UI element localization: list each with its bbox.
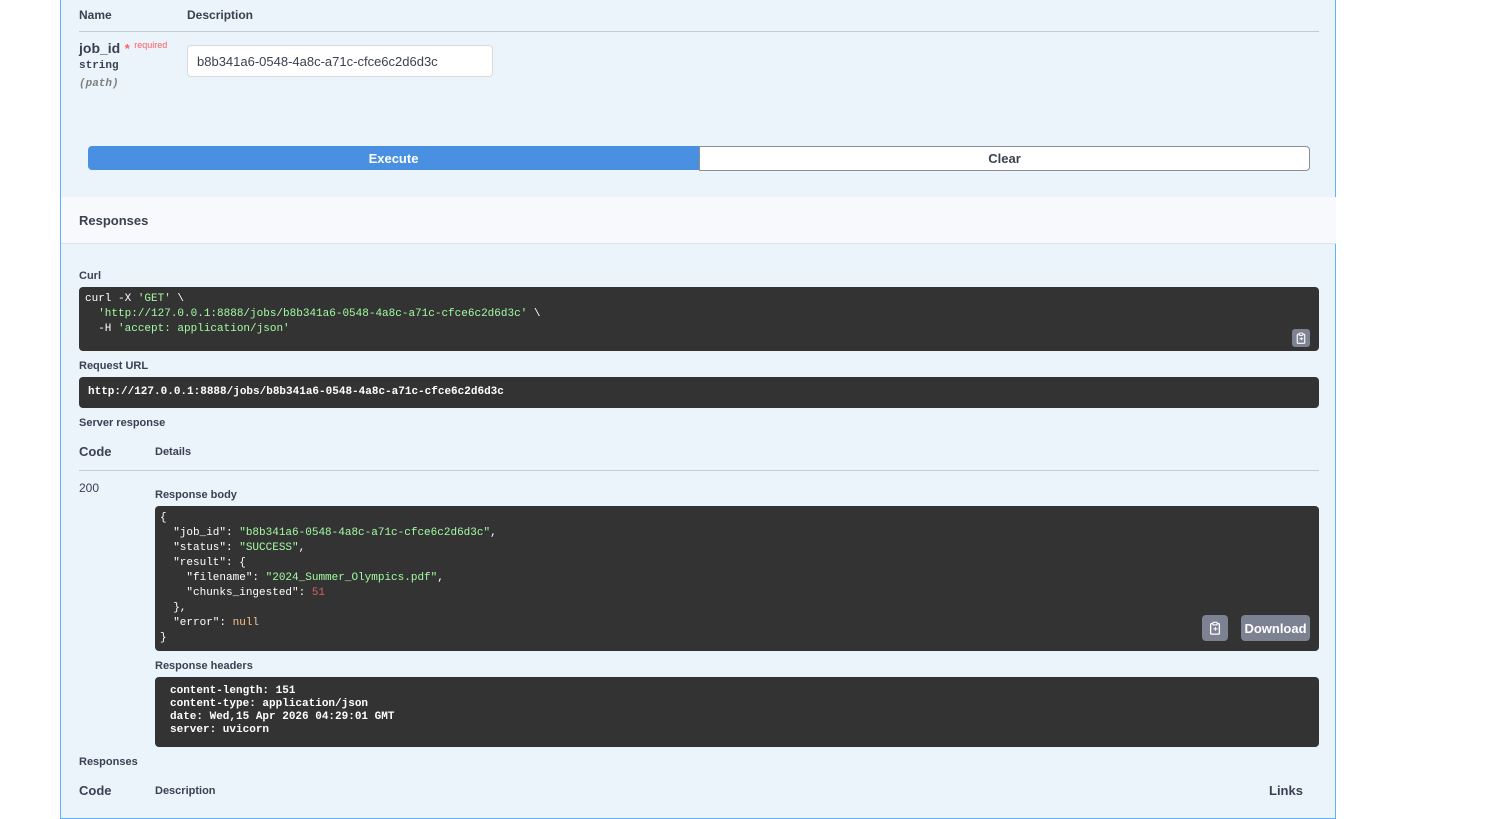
response-headers-label: Response headers — [155, 660, 253, 672]
param-name-cell: job_id * required — [79, 40, 167, 58]
curl-url: 'http://127.0.0.1:8888/jobs/b8b341a6-054… — [98, 308, 528, 320]
responses-section-title: Responses — [79, 213, 149, 228]
clear-button[interactable]: Clear — [699, 146, 1310, 171]
curl-line1-cmd: curl -X — [85, 293, 138, 305]
json-filename: "2024_Summer_Olympics.pdf" — [265, 572, 438, 584]
response-header-line: content-type: application/json — [170, 698, 369, 710]
curl-line2-tail: \ — [527, 308, 541, 320]
request-url-value: http://127.0.0.1:8888/jobs/b8b341a6-0548… — [88, 386, 504, 398]
parameters-header-divider — [79, 31, 1319, 32]
parameters-col-name: Name — [79, 8, 112, 22]
response-headers-block: content-length: 151 content-type: applic… — [155, 677, 1319, 747]
response-headers-list: content-length: 151 content-type: applic… — [170, 685, 394, 737]
curl-line3-cmd: -H — [85, 323, 119, 335]
response-header-line: content-length: 151 — [170, 685, 296, 697]
response-body-block: { "job_id": "b8b341a6-0548-4a8c-a71c-cfc… — [155, 506, 1319, 651]
execute-button[interactable]: Execute — [88, 146, 699, 170]
json-error: null — [232, 617, 260, 629]
param-name: job_id — [79, 40, 121, 56]
json-status: "SUCCESS" — [239, 542, 299, 554]
request-url-label: Request URL — [79, 360, 149, 372]
curl-method: 'GET' — [137, 293, 171, 305]
job-id-input[interactable] — [187, 45, 493, 77]
server-response-col-details: Details — [155, 446, 192, 458]
curl-label: Curl — [79, 270, 101, 282]
download-button[interactable]: Download — [1241, 615, 1310, 641]
curl-block: curl -X 'GET' \ 'http://127.0.0.1:8888/j… — [79, 287, 1319, 351]
responses-col-description: Description — [155, 785, 216, 797]
server-response-col-code: Code — [79, 444, 112, 459]
json-job-id: "b8b341a6-0548-4a8c-a71c-cfce6c2d6d3c" — [239, 527, 491, 539]
parameters-col-description: Description — [187, 8, 254, 22]
response-body-label: Response body — [155, 489, 237, 501]
copy-response-button[interactable] — [1202, 615, 1228, 641]
responses-col-links: Links — [1269, 783, 1303, 798]
responses-table-title: Responses — [79, 756, 138, 768]
response-header-line: date: Wed,15 Apr 2026 04:29:01 GMT — [170, 711, 395, 723]
server-response-divider — [79, 470, 1319, 471]
clipboard-copy-icon — [1296, 332, 1306, 344]
param-type: string — [79, 60, 119, 72]
json-chunks-ingested: 51 — [311, 587, 326, 599]
responses-col-code: Code — [79, 783, 112, 798]
clipboard-copy-icon — [1209, 621, 1221, 635]
response-body-json: { "job_id": "b8b341a6-0548-4a8c-a71c-cfc… — [160, 512, 497, 644]
responses-section-header: Responses — [61, 197, 1336, 244]
request-url-block: http://127.0.0.1:8888/jobs/b8b341a6-0548… — [79, 377, 1319, 408]
curl-command: curl -X 'GET' \ 'http://127.0.0.1:8888/j… — [85, 292, 540, 337]
param-location: (path) — [79, 78, 119, 90]
copy-curl-button[interactable] — [1292, 329, 1310, 347]
response-header-line: server: uvicorn — [170, 724, 270, 736]
required-label: required — [134, 40, 168, 50]
curl-line1-tail: \ — [170, 293, 185, 305]
response-status-code: 200 — [79, 481, 100, 495]
server-response-label: Server response — [79, 417, 166, 429]
curl-header: 'accept: application/json' — [118, 323, 290, 335]
required-star: * — [124, 41, 130, 56]
